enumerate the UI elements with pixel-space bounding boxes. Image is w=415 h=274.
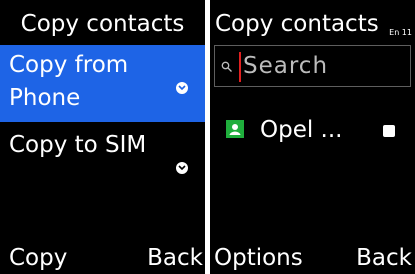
screen-title: Copy contacts (215, 11, 379, 37)
option-label: Copy to SIM (9, 132, 147, 158)
contact-checkbox[interactable] (383, 125, 395, 137)
chevron-down-icon (176, 162, 188, 174)
copy-softkey[interactable]: Copy (9, 244, 67, 272)
options-softkey[interactable]: Options (214, 244, 303, 272)
copy-contacts-screen: Copy contacts Copy from Phone Copy to SI… (0, 0, 205, 274)
option-label: Copy from Phone (9, 52, 129, 111)
search-input[interactable]: Search (214, 45, 411, 87)
search-placeholder: Search (243, 53, 329, 79)
back-softkey[interactable]: Back (147, 244, 203, 272)
contact-name: Opel ... (260, 117, 343, 143)
back-softkey[interactable]: Back (356, 244, 412, 272)
screen-title: Copy contacts (20, 11, 185, 37)
copy-to-sim-option[interactable]: Copy to SIM (0, 125, 205, 202)
contact-list-item[interactable]: Opel ... (210, 115, 415, 151)
text-caret (239, 52, 241, 82)
input-mode-indicator: En 11 (389, 28, 412, 37)
search-icon (221, 61, 232, 72)
chevron-down-icon (176, 82, 188, 94)
select-contacts-screen: Copy contacts En 11 Search Opel ... Opti… (210, 0, 415, 274)
copy-from-phone-option[interactable]: Copy from Phone (0, 45, 205, 122)
contact-icon (226, 120, 244, 138)
